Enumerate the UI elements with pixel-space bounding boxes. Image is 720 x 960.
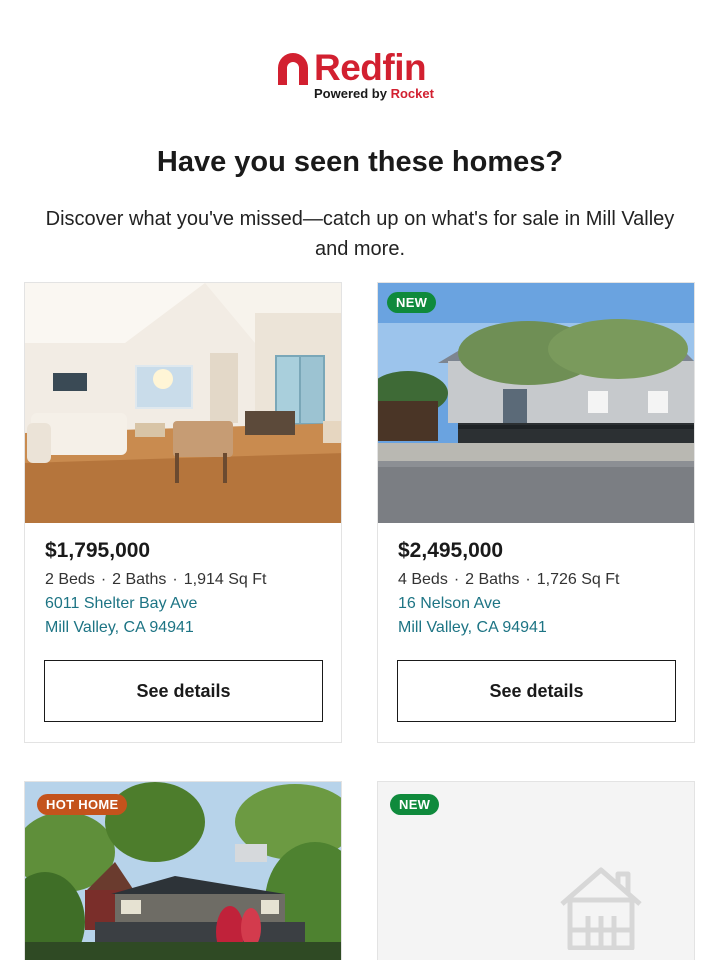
listing-specs: 2 Beds · 2 Baths · 1,914 Sq Ft: [45, 571, 266, 589]
listing-card[interactable]: NEW $2,495,000 4 Beds · 2 Baths · 1,726 Sq F…: [377, 282, 695, 743]
listing-beds: 2 Beds: [45, 571, 95, 588]
brand-name: Redfin: [314, 47, 427, 88]
listing-address-city[interactable]: Mill Valley, CA 94941: [45, 619, 194, 637]
listing-photo[interactable]: HOT HOME: [25, 782, 341, 960]
listing-address-city[interactable]: Mill Valley, CA 94941: [398, 619, 547, 637]
headline: Have you seen these homes?: [156, 146, 564, 178]
separator-dot: ·: [172, 571, 178, 588]
listing-badge: NEW: [387, 292, 437, 313]
powered-by-text: Powered by Rocket: [314, 86, 434, 101]
listing-specs: 4 Beds · 2 Baths · 1,726 Sq Ft: [398, 571, 619, 589]
listing-price: $2,495,000: [398, 539, 504, 562]
redfin-logo-mark-icon: [274, 49, 312, 87]
listing-address-street[interactable]: 16 Nelson Ave: [398, 595, 501, 613]
separator-dot: ·: [453, 571, 460, 588]
listing-badge: HOT HOME: [37, 794, 128, 815]
see-details-button[interactable]: See details: [44, 660, 323, 722]
powered-brand: Rocket: [390, 86, 434, 101]
listing-beds: 4 Beds: [398, 571, 448, 588]
listing-sqft: 1,726 Sq Ft: [536, 571, 620, 588]
listing-price: $1,795,000: [45, 539, 151, 562]
listing-card[interactable]: HOT HOME: [24, 781, 342, 960]
listing-photo[interactable]: [25, 283, 341, 523]
listing-address-street[interactable]: 6011 Shelter Bay Ave: [45, 595, 197, 613]
see-details-button[interactable]: See details: [397, 660, 676, 722]
listing-baths: 2 Baths: [112, 571, 167, 588]
listing-card[interactable]: NEW: [377, 781, 695, 960]
listing-card[interactable]: $1,795,000 2 Beds · 2 Baths · 1,914 Sq Ft 60…: [24, 282, 342, 743]
powered-prefix: Powered by: [314, 86, 387, 101]
subhead: Discover what you've missed—catch up on …: [45, 208, 675, 260]
listing-sqft: 1,914 Sq Ft: [183, 571, 267, 588]
listing-badge: NEW: [390, 794, 440, 815]
listing-photo[interactable]: NEW: [378, 283, 694, 523]
listing-baths: 2 Baths: [465, 571, 520, 588]
email-header: Redfin Powered by Rocket: [0, 0, 720, 110]
separator-dot: ·: [100, 571, 107, 588]
listing-photo-placeholder[interactable]: NEW: [378, 782, 694, 960]
house-placeholder-icon: [558, 866, 644, 951]
separator-dot: ·: [525, 571, 531, 588]
redfin-logo[interactable]: Redfin: [274, 47, 427, 88]
